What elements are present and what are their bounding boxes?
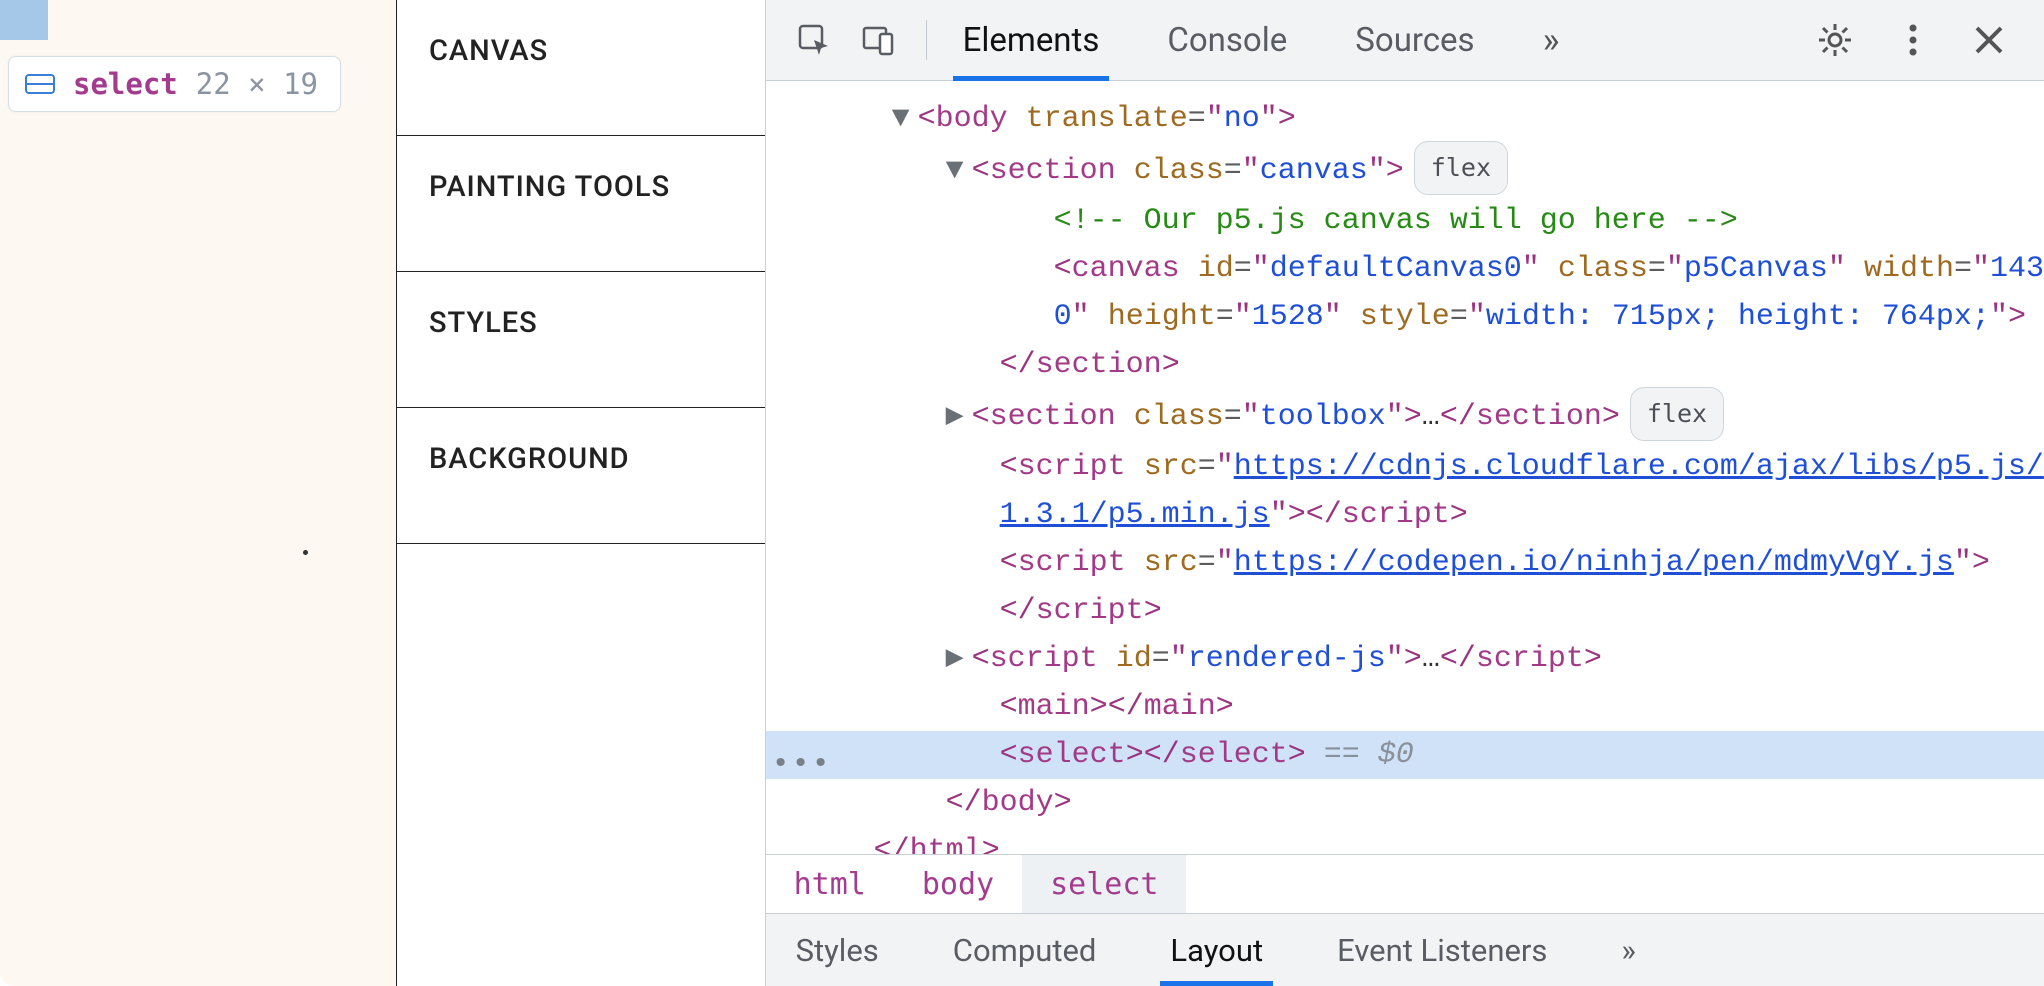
- toolbox-panel: CANVAS PAINTING TOOLS STYLES BACKGROUND: [396, 0, 766, 986]
- toolbar-separator: [926, 20, 927, 60]
- dom-row[interactable]: <script src="https://codepen.io/ninhja/p…: [766, 539, 2044, 587]
- dom-row[interactable]: </section>: [766, 341, 2044, 389]
- subtabs-overflow-icon[interactable]: »: [1615, 914, 1642, 986]
- flex-badge[interactable]: flex: [1414, 141, 1508, 195]
- dom-row[interactable]: </html>: [766, 827, 2044, 854]
- toolbox-item-styles[interactable]: STYLES: [397, 272, 765, 408]
- dom-row[interactable]: <script src="https://cdnjs.cloudflare.co…: [766, 443, 2044, 491]
- devtools-panel: Elements Console Sources » ▼<body transl: [766, 0, 2044, 986]
- dom-row-selected[interactable]: ••• <select></select> == $0: [766, 731, 2044, 779]
- cursor-dot: [303, 550, 308, 555]
- dom-row[interactable]: ▼<body translate="no">: [766, 95, 2044, 143]
- dom-row[interactable]: ▶<section class="toolbox">…</section>fle…: [766, 389, 2044, 443]
- toolbox-item-canvas[interactable]: CANVAS: [397, 0, 765, 136]
- styles-toolbar: Styles Computed Layout Event Listeners »: [766, 914, 2044, 986]
- tab-sources[interactable]: Sources: [1351, 0, 1478, 80]
- grid-icon: [25, 70, 55, 98]
- flex-badge[interactable]: flex: [1630, 387, 1724, 441]
- dom-row[interactable]: <!-- Our p5.js canvas will go here -->: [766, 197, 2044, 245]
- crumb-body[interactable]: body: [894, 855, 1022, 913]
- crumb-select[interactable]: select: [1022, 855, 1186, 913]
- devtools-toolbar: Elements Console Sources »: [766, 0, 2044, 81]
- tooltip-tag: select: [73, 67, 178, 101]
- dom-row[interactable]: 1.3.1/p5.min.js"></script>: [766, 491, 2044, 539]
- inspect-icon[interactable]: [796, 22, 832, 58]
- toolbox-item-background[interactable]: BACKGROUND: [397, 408, 765, 544]
- subtab-computed[interactable]: Computed: [947, 914, 1103, 986]
- tab-elements[interactable]: Elements: [959, 0, 1104, 80]
- device-toggle-icon[interactable]: [860, 22, 896, 58]
- toolbox-item-painting-tools[interactable]: PAINTING TOOLS: [397, 136, 765, 272]
- inspector-tooltip: select 22 × 19: [8, 56, 341, 112]
- tab-console[interactable]: Console: [1163, 0, 1291, 80]
- subtab-event-listeners[interactable]: Event Listeners: [1331, 914, 1553, 986]
- breadcrumb: html body select: [766, 854, 2044, 914]
- dom-row[interactable]: 0" height="1528" style="width: 715px; he…: [766, 293, 2044, 341]
- dom-row[interactable]: <canvas id="defaultCanvas0" class="p5Can…: [766, 245, 2044, 293]
- tooltip-dimensions: 22 × 19: [196, 67, 318, 101]
- subtab-layout[interactable]: Layout: [1164, 914, 1269, 986]
- gear-icon[interactable]: [1818, 23, 1852, 57]
- dom-row[interactable]: ▶<script id="rendered-js">…</script>: [766, 635, 2044, 683]
- element-highlight: [0, 0, 48, 40]
- dom-tree[interactable]: ▼<body translate="no"> ▼<section class="…: [766, 81, 2044, 854]
- dom-row[interactable]: </body>: [766, 779, 2044, 827]
- dom-row[interactable]: <main></main>: [766, 683, 2044, 731]
- close-icon[interactable]: [1974, 25, 2004, 55]
- crumb-html[interactable]: html: [766, 855, 894, 913]
- kebab-icon[interactable]: [1908, 23, 1918, 57]
- tabs-overflow-icon[interactable]: »: [1539, 0, 1564, 80]
- subtab-styles[interactable]: Styles: [790, 914, 885, 986]
- dom-row[interactable]: ▼<section class="canvas">flex: [766, 143, 2044, 197]
- dom-row[interactable]: </script>: [766, 587, 2044, 635]
- preview-pane: select 22 × 19: [0, 0, 396, 986]
